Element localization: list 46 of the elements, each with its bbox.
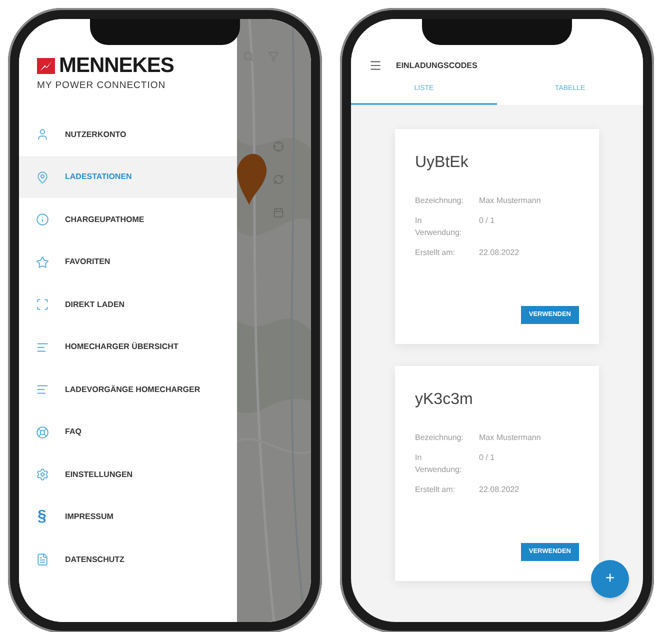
lifebuoy-icon — [36, 426, 48, 438]
scan-icon — [36, 298, 48, 311]
menu-label: FAVORITEN — [65, 256, 110, 268]
menu-label: IMPRESSUM — [65, 511, 114, 523]
document-icon — [36, 553, 48, 566]
search-icon[interactable] — [243, 51, 254, 62]
menu-label: EINSTELLUNGEN — [65, 468, 133, 480]
lines-icon — [36, 383, 48, 396]
menu-label: FAQ — [65, 426, 82, 438]
star-icon — [36, 256, 48, 268]
info-icon — [36, 213, 48, 226]
menu-label: DATENSCHUTZ — [65, 554, 124, 566]
user-icon — [36, 128, 48, 141]
field-label: Erstellt am: — [415, 246, 456, 258]
brand-tagline: MY POWER CONNECTION — [37, 79, 167, 93]
field-value: 0 / 1 — [479, 214, 495, 226]
field-label: In Verwendung: — [415, 452, 463, 476]
menu-label: LADEVORGÄNGE HOMECHARGER — [65, 384, 200, 396]
menu-label: NUTZERKONTO — [65, 128, 126, 140]
field-value: 22.08.2022 — [479, 484, 520, 496]
map-pin-icon — [36, 170, 48, 184]
refresh-icon[interactable] — [273, 174, 284, 185]
lines-icon — [36, 340, 48, 354]
paragraph-icon: § — [38, 509, 46, 525]
locate-icon[interactable] — [273, 141, 284, 152]
add-button[interactable]: + — [591, 560, 629, 598]
screen-title: EINLADUNGSCODES — [396, 60, 478, 72]
menu-label: CHARGEUPATHOME — [65, 214, 144, 226]
invite-code: yK3c3m — [415, 390, 474, 410]
settings-icon — [36, 468, 48, 481]
field-label: Erstellt am: — [415, 484, 456, 496]
menu-label: HOMECHARGER ÜBERSICHT — [65, 341, 178, 353]
field-value: Max Mustermann — [479, 432, 541, 444]
field-value: 0 / 1 — [479, 452, 495, 464]
logo-icon — [37, 58, 55, 74]
field-value: 22.08.2022 — [479, 246, 520, 258]
calendar-icon[interactable] — [273, 207, 284, 218]
menu-label: DIREKT LADEN — [65, 298, 125, 310]
menu-label: LADESTATIONEN — [65, 171, 132, 183]
menu-icon[interactable] — [369, 59, 382, 72]
invite-code: UyBtEk — [415, 152, 470, 172]
field-label: In Verwendung: — [415, 214, 463, 238]
field-value: Max Mustermann — [479, 194, 541, 206]
brand-name: MENNEKES — [59, 55, 174, 76]
field-label: Bezeichnung: — [415, 432, 464, 444]
field-label: Bezeichnung: — [415, 194, 464, 206]
